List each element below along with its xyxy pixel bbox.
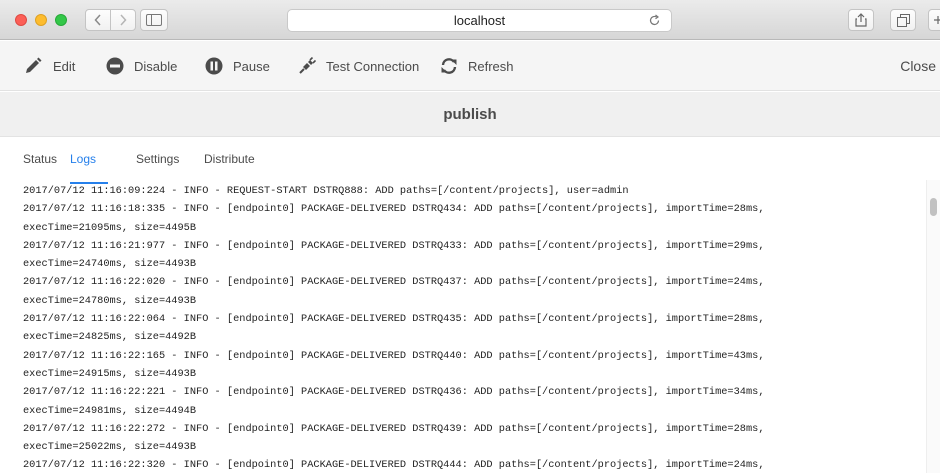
window-minimize-button[interactable] xyxy=(35,14,47,26)
sidebar-toggle-button[interactable] xyxy=(140,9,168,31)
browser-titlebar: localhost xyxy=(0,0,940,40)
new-tab-button[interactable] xyxy=(928,9,940,31)
pause-label: Pause xyxy=(233,58,270,74)
tab-status[interactable]: Status xyxy=(23,152,57,166)
log-line: execTime=24825ms, size=4492B xyxy=(23,331,197,344)
chevron-left-icon xyxy=(94,14,101,26)
log-line: 2017/07/12 11:16:22:165 - INFO - [endpoi… xyxy=(23,349,765,362)
tab-logs[interactable]: Logs xyxy=(70,152,96,166)
log-scrollbar-thumb[interactable] xyxy=(930,198,937,216)
action-toolbar: Edit Disable Pause Test Connection Refre… xyxy=(0,41,940,91)
window-zoom-button[interactable] xyxy=(55,14,67,26)
disable-button[interactable]: Disable xyxy=(106,41,177,91)
tabs-icon xyxy=(896,13,910,27)
show-tabs-button[interactable] xyxy=(890,9,916,31)
log-line: 2017/07/12 11:16:09:224 - INFO - REQUEST… xyxy=(23,185,629,197)
close-button[interactable]: Close xyxy=(900,41,936,91)
log-line: 2017/07/12 11:16:22:272 - INFO - [endpoi… xyxy=(23,422,765,435)
tab-distribute[interactable]: Distribute xyxy=(204,152,255,166)
address-bar[interactable]: localhost xyxy=(287,9,672,32)
browser-forward-button[interactable] xyxy=(110,9,136,31)
tab-bar: Status Logs Settings Distribute xyxy=(0,138,940,178)
log-line: execTime=21095ms, size=4495B xyxy=(23,221,197,234)
refresh-icon xyxy=(441,58,457,74)
refresh-button[interactable]: Refresh xyxy=(440,41,514,91)
browser-back-button[interactable] xyxy=(85,9,111,31)
log-line: 2017/07/12 11:16:22:064 - INFO - [endpoi… xyxy=(23,313,765,326)
plug-icon xyxy=(299,57,316,74)
log-line: 2017/07/12 11:16:21:977 - INFO - [endpoi… xyxy=(23,239,765,252)
log-line: execTime=24915ms, size=4493B xyxy=(23,367,197,380)
reload-icon[interactable] xyxy=(648,14,661,27)
share-icon xyxy=(855,13,867,27)
log-line: execTime=24780ms, size=4493B xyxy=(23,294,197,307)
chevron-right-icon xyxy=(120,14,127,26)
edit-button[interactable]: Edit xyxy=(23,41,75,91)
page-title-bar: publish xyxy=(0,92,940,137)
log-line: 2017/07/12 11:16:22:020 - INFO - [endpoi… xyxy=(23,276,765,289)
close-label: Close xyxy=(900,58,936,74)
edit-label: Edit xyxy=(53,58,76,74)
log-scrollbar[interactable] xyxy=(926,180,940,473)
pause-circle-icon xyxy=(205,57,223,75)
plus-icon xyxy=(934,16,940,24)
minus-circle-icon xyxy=(106,57,124,75)
tab-settings[interactable]: Settings xyxy=(136,152,179,166)
address-text: localhost xyxy=(453,13,506,28)
log-line: execTime=24981ms, size=4494B xyxy=(23,404,197,417)
test-connection-button[interactable]: Test Connection xyxy=(298,41,419,91)
log-output[interactable]: 2017/07/12 11:16:09:224 - INFO - REQUEST… xyxy=(0,180,926,473)
page-title: publish xyxy=(443,105,497,123)
pause-button[interactable]: Pause xyxy=(205,41,270,91)
log-line: execTime=25022ms, size=4493B xyxy=(23,441,197,454)
window-close-button[interactable] xyxy=(15,14,27,26)
sidebar-icon xyxy=(146,14,162,26)
disable-label: Disable xyxy=(134,58,178,74)
pencil-icon xyxy=(26,57,42,73)
log-line: 2017/07/12 11:16:22:221 - INFO - [endpoi… xyxy=(23,386,765,399)
refresh-label: Refresh xyxy=(468,58,514,74)
log-line: execTime=24740ms, size=4493B xyxy=(23,258,197,271)
test-connection-label: Test Connection xyxy=(326,58,420,74)
log-line: 2017/07/12 11:16:18:335 - INFO - [endpoi… xyxy=(23,203,765,216)
log-line: 2017/07/12 11:16:22:320 - INFO - [endpoi… xyxy=(23,459,765,472)
share-button[interactable] xyxy=(848,9,874,31)
